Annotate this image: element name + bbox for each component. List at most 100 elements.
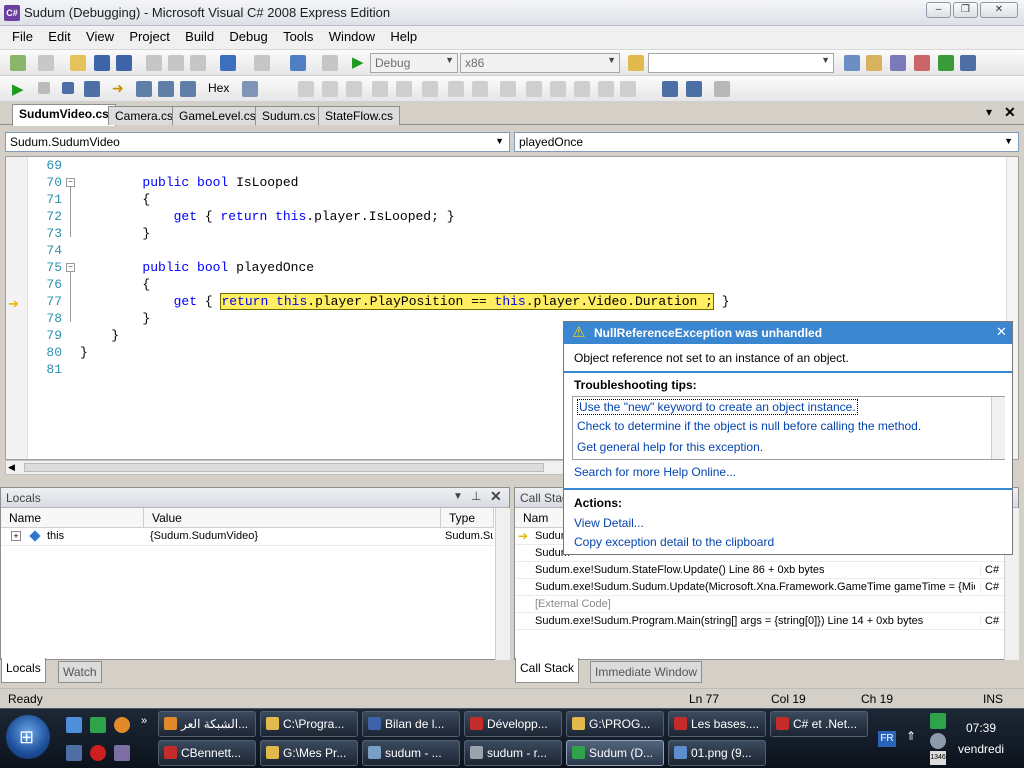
tab-watch[interactable]: Watch	[58, 661, 102, 683]
parameter-info-icon[interactable]	[472, 81, 488, 97]
cut-icon[interactable]	[146, 55, 162, 71]
stop-debugging-icon[interactable]	[62, 82, 74, 94]
taskbar-button[interactable]: Bilan de l...	[362, 711, 460, 737]
taskbar-button[interactable]: G:\PROG...	[566, 711, 664, 737]
taskbar-button[interactable]: C:\Progra...	[260, 711, 358, 737]
start-debugging-icon[interactable]: ▶	[352, 53, 364, 71]
quicklaunch-opera-icon[interactable]	[90, 745, 106, 761]
table-row[interactable]: [External Code]	[515, 596, 1018, 613]
close-icon[interactable]: ✕	[996, 324, 1007, 340]
complete-word-icon[interactable]	[526, 81, 542, 97]
quicklaunch-app-icon[interactable]	[90, 717, 106, 733]
redo-icon[interactable]	[254, 55, 270, 71]
language-indicator[interactable]: FR	[878, 731, 896, 747]
tip-link[interactable]: Check to determine if the object is null…	[577, 419, 921, 433]
clear-bookmarks-icon[interactable]	[598, 81, 614, 97]
outdent-icon[interactable]	[396, 81, 412, 97]
scrollbar-thumb[interactable]	[24, 463, 544, 472]
clock-day[interactable]: vendredi	[958, 742, 1004, 756]
tab-sudumvideo[interactable]: SudumVideo.cs	[12, 104, 116, 126]
restart-icon[interactable]	[84, 81, 100, 97]
locals-header-type[interactable]: Type	[441, 508, 494, 528]
taskbar-button[interactable]: G:\Mes Pr...	[260, 740, 358, 766]
start-button[interactable]: ⊞	[6, 715, 50, 759]
quick-info-icon[interactable]	[500, 81, 516, 97]
menu-window[interactable]: Window	[323, 26, 381, 48]
show-next-statement-icon[interactable]: ➜	[112, 80, 124, 97]
tips-scrollbar[interactable]	[991, 397, 1005, 459]
new-project-icon[interactable]	[10, 55, 26, 71]
copy-icon[interactable]	[168, 55, 184, 71]
tip-link[interactable]: Get general help for this exception.	[577, 440, 763, 454]
next-bookmark-icon[interactable]	[574, 81, 590, 97]
taskbar-button[interactable]: Développ...	[464, 711, 562, 737]
window-position-dropdown[interactable]: ▼	[453, 491, 463, 502]
tab-camera[interactable]: Camera.cs	[108, 106, 181, 125]
tab-sudum[interactable]: Sudum.cs	[255, 106, 323, 125]
step-over-icon[interactable]	[158, 81, 174, 97]
taskbar-button[interactable]: Les bases....	[668, 711, 766, 737]
class-dropdown[interactable]: Sudum.SudumVideo ▼	[5, 132, 510, 152]
quicklaunch-download-icon[interactable]	[114, 745, 130, 761]
menu-debug[interactable]: Debug	[223, 26, 273, 48]
navigate-backward-icon[interactable]	[290, 55, 306, 71]
toggle-bookmark-icon[interactable]	[620, 81, 636, 97]
close-tab-icon[interactable]: ✕	[1004, 104, 1016, 121]
prev-bookmark-icon[interactable]	[550, 81, 566, 97]
quicklaunch-firefox-icon[interactable]	[114, 717, 130, 733]
collapse-icon[interactable]: −	[66, 263, 75, 272]
find-in-files-icon[interactable]	[628, 55, 644, 71]
window-layout-icon[interactable]	[960, 55, 976, 71]
tip-link[interactable]: Use the "new" keyword to create an objec…	[577, 399, 858, 415]
step-out-icon[interactable]	[180, 81, 196, 97]
paste-icon[interactable]	[190, 55, 206, 71]
quicklaunch-ie-icon[interactable]	[66, 717, 82, 733]
taskbar-button[interactable]: sudum - r...	[464, 740, 562, 766]
table-row[interactable]: Sudum.exe!Sudum.Sudum.Update(Microsoft.X…	[515, 579, 1018, 596]
menu-view[interactable]: View	[80, 26, 120, 48]
taskbar-button[interactable]: 01.png (9...	[668, 740, 766, 766]
table-row[interactable]: Sudum.exe!Sudum.Program.Main(string[] ar…	[515, 613, 1018, 630]
break-all-icon[interactable]	[38, 82, 50, 94]
tab-immediate-window[interactable]: Immediate Window	[590, 661, 703, 683]
clock-time[interactable]: 07:39	[966, 721, 996, 735]
taskbar-button[interactable]: الشبكة العر...	[158, 711, 256, 737]
quicklaunch-messenger-icon[interactable]	[66, 745, 82, 761]
collapse-icon[interactable]: −	[66, 178, 75, 187]
hex-display-toggle[interactable]: Hex	[208, 81, 229, 95]
align-grid-icon[interactable]	[686, 81, 702, 97]
quicklaunch-more-icon[interactable]: »	[141, 715, 147, 727]
format-icon[interactable]	[714, 81, 730, 97]
undo-icon[interactable]	[220, 55, 236, 71]
tray-app-icon[interactable]	[930, 713, 946, 729]
step-into-icon[interactable]	[136, 81, 152, 97]
locals-header-name[interactable]: Name	[1, 508, 144, 528]
tab-stateflow[interactable]: StateFlow.cs	[318, 106, 401, 125]
close-window-button[interactable]: ✕	[980, 2, 1018, 18]
list-members-icon[interactable]	[448, 81, 464, 97]
scroll-left-icon[interactable]: ◀	[8, 462, 15, 473]
locals-header-value[interactable]: Value	[144, 508, 441, 528]
table-row[interactable]: Sudum.exe!Sudum.StateFlow.Update() Line …	[515, 562, 1018, 579]
tab-locals[interactable]: Locals	[1, 658, 46, 683]
configuration-dropdown[interactable]: Debug ▼	[370, 53, 458, 73]
find-combo[interactable]: ▼	[648, 53, 834, 73]
tray-network-icon[interactable]	[930, 733, 946, 749]
horizontal-scrollbar[interactable]: ◀	[5, 460, 564, 475]
table-row[interactable]: + this {Sudum.SudumVideo} Sudum.Su	[1, 528, 494, 546]
platform-dropdown[interactable]: x86 ▼	[460, 53, 620, 73]
uncomment-icon[interactable]	[322, 81, 338, 97]
member-dropdown[interactable]: playedOnce ▼	[514, 132, 1019, 152]
menu-build[interactable]: Build	[179, 26, 220, 48]
minimize-button[interactable]: –	[926, 2, 951, 18]
menu-help[interactable]: Help	[384, 26, 423, 48]
taskbar-button-active[interactable]: Sudum (D...	[566, 740, 664, 766]
align-icon[interactable]	[422, 81, 438, 97]
tab-callstack[interactable]: Call Stack	[515, 658, 580, 683]
grid-layout-icon[interactable]	[662, 81, 678, 97]
taskbar-button[interactable]: C# et .Net...	[770, 711, 868, 737]
object-browser-icon[interactable]	[890, 55, 906, 71]
tab-gamelevel[interactable]: GameLevel.cs	[172, 106, 263, 125]
maximize-button[interactable]: ❐	[953, 2, 978, 18]
locals-scrollbar[interactable]	[495, 508, 510, 660]
